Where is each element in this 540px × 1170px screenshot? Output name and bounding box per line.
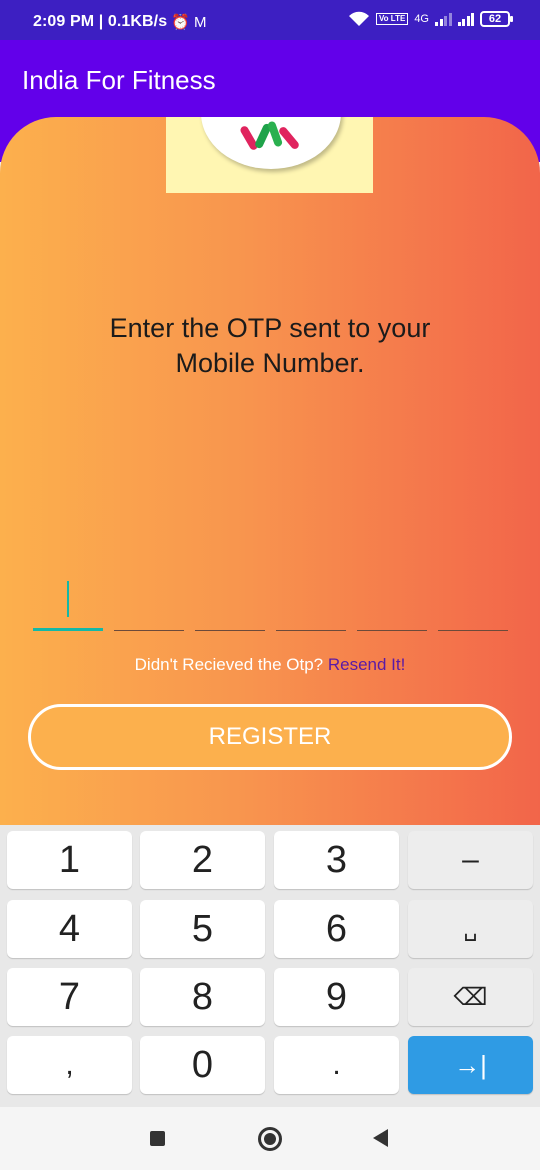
key-9[interactable]: 9 bbox=[274, 968, 399, 1026]
key-comma[interactable]: , bbox=[7, 1036, 132, 1094]
status-bar: 2:09 PM | 0.1KB/s ⏰ M Vo LTE 4G 62 bbox=[0, 0, 540, 40]
circle-icon[interactable] bbox=[258, 1127, 282, 1151]
backspace-icon[interactable]: ⌫ bbox=[408, 968, 533, 1026]
key-0[interactable]: 0 bbox=[140, 1036, 265, 1094]
otp-heading: Enter the OTP sent to your Mobile Number… bbox=[0, 311, 540, 381]
key-2[interactable]: 2 bbox=[140, 831, 265, 889]
logo-box bbox=[166, 117, 373, 193]
resend-link[interactable]: Resend It! bbox=[328, 655, 406, 674]
space-icon[interactable]: ␣ bbox=[408, 900, 533, 958]
battery-icon: 62 bbox=[480, 11, 513, 27]
otp-input-row bbox=[33, 577, 508, 631]
resend-prompt: Didn't Recieved the Otp? bbox=[134, 655, 324, 674]
otp-digit-2[interactable] bbox=[114, 577, 184, 631]
otp-digit-6[interactable] bbox=[438, 577, 508, 631]
key-period[interactable]: . bbox=[274, 1036, 399, 1094]
key-3[interactable]: 3 bbox=[274, 831, 399, 889]
key-4[interactable]: 4 bbox=[7, 900, 132, 958]
status-right: Vo LTE 4G 62 bbox=[348, 11, 513, 27]
text-cursor bbox=[67, 581, 69, 617]
otp-digit-5[interactable] bbox=[357, 577, 427, 631]
key-1[interactable]: 1 bbox=[7, 831, 132, 889]
key-minus[interactable]: – bbox=[408, 831, 533, 889]
network-type: 4G bbox=[414, 13, 429, 25]
otp-heading-line1: Enter the OTP sent to your bbox=[109, 313, 431, 343]
key-7[interactable]: 7 bbox=[7, 968, 132, 1026]
status-time: 2:09 PM | 0.1KB/s bbox=[33, 13, 168, 30]
next-icon[interactable]: →| bbox=[408, 1036, 533, 1094]
otp-digit-4[interactable] bbox=[276, 577, 346, 631]
resend-line: Didn't Recieved the Otp? Resend It! bbox=[0, 655, 540, 675]
wifi-icon bbox=[348, 11, 369, 26]
key-6[interactable]: 6 bbox=[274, 900, 399, 958]
key-8[interactable]: 8 bbox=[140, 968, 265, 1026]
otp-digit-3[interactable] bbox=[195, 577, 265, 631]
app-title: India For Fitness bbox=[22, 65, 216, 95]
triangle-back-icon[interactable] bbox=[373, 1129, 388, 1147]
key-5[interactable]: 5 bbox=[140, 900, 265, 958]
status-left: 2:09 PM | 0.1KB/s ⏰ M bbox=[33, 13, 207, 31]
alarm-off-icon: ⏰ bbox=[171, 14, 191, 31]
otp-digit-1[interactable] bbox=[33, 577, 103, 631]
otp-heading-line2: Mobile Number. bbox=[175, 348, 365, 378]
logo-icon bbox=[201, 117, 341, 169]
numeric-keypad: 1 2 3 – 4 5 6 ␣ 7 8 9 ⌫ , 0 . →| bbox=[0, 825, 540, 1107]
volte-badge: Vo LTE bbox=[375, 13, 409, 25]
gmail-icon: M bbox=[194, 13, 207, 31]
system-navbar bbox=[0, 1107, 540, 1170]
otp-card: Enter the OTP sent to your Mobile Number… bbox=[0, 117, 540, 825]
signal-icon-2 bbox=[457, 12, 474, 26]
register-button[interactable]: REGISTER bbox=[28, 704, 512, 770]
signal-icon-1 bbox=[435, 12, 452, 26]
square-icon[interactable] bbox=[150, 1131, 165, 1146]
